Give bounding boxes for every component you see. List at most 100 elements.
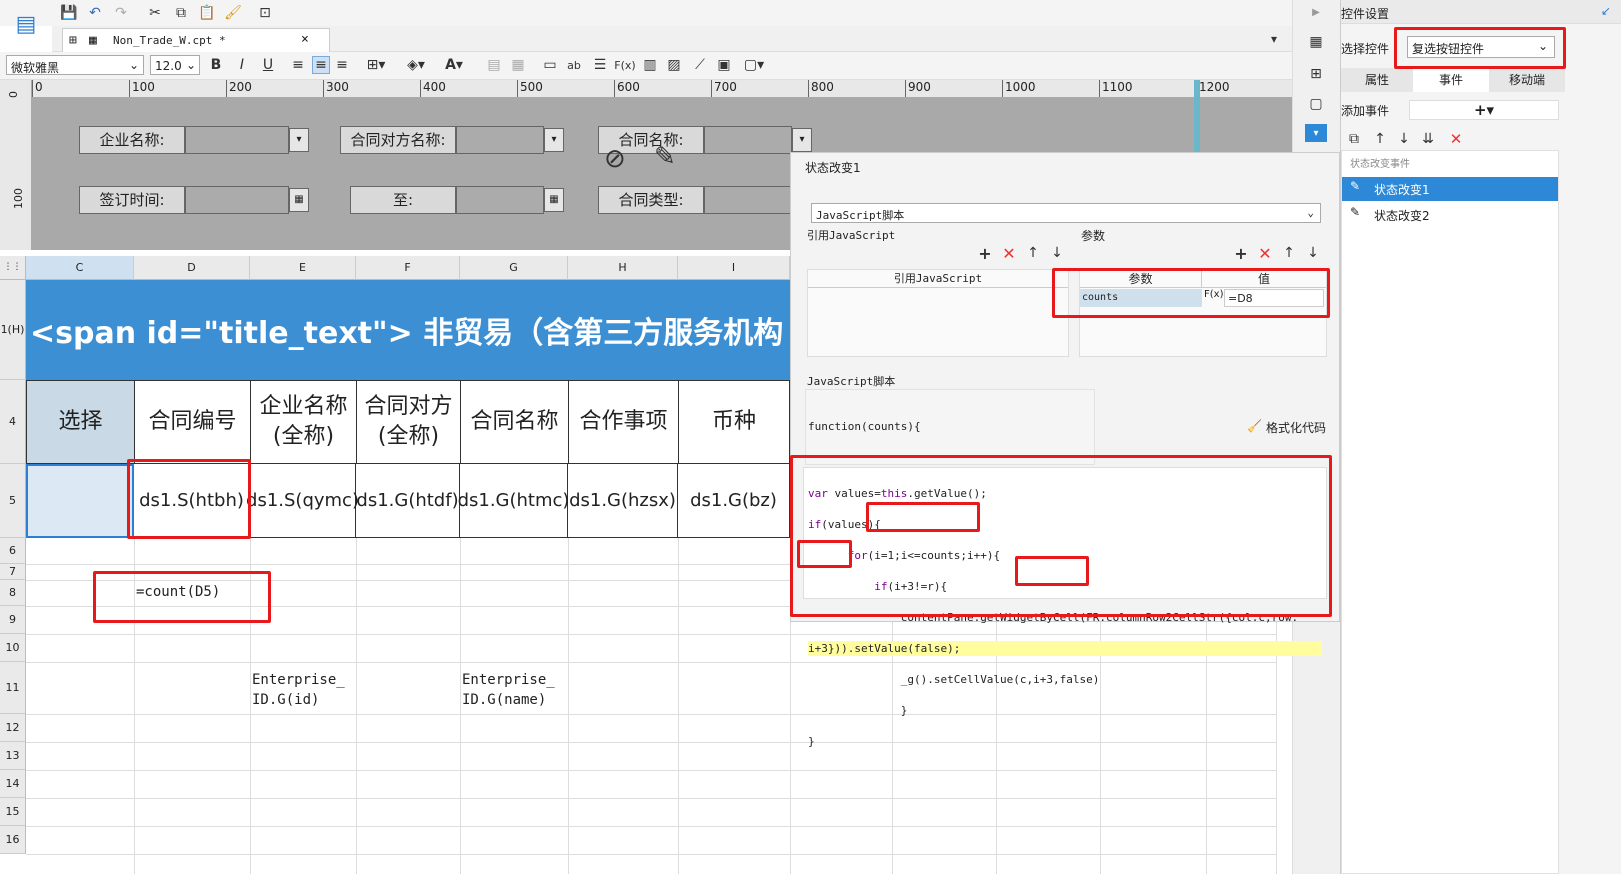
app-report-icon[interactable]: ▤ [12,4,40,44]
row-header[interactable]: 10 [0,634,26,662]
paste-icon[interactable]: 📋 [198,4,216,22]
corner-cell[interactable]: ⋮⋮ [0,256,26,280]
company-input[interactable] [185,126,289,154]
format-painter-icon[interactable]: 🖌 [224,4,242,22]
header-cell-contract-no[interactable]: 合同编号 [134,380,250,464]
copy-icon[interactable]: ⧉ [172,4,190,22]
event-type-select[interactable]: JavaScript脚本 ⌄ [811,203,1321,223]
delete-param-icon[interactable]: ✕ [1257,244,1273,263]
align-left-icon[interactable]: ≡ [290,57,306,73]
row-header[interactable]: 1(H) [0,280,26,380]
redo-icon[interactable]: ↷ [112,4,130,22]
widget-settings-icon[interactable]: ▾ [1305,124,1327,142]
italic-icon[interactable]: I [234,57,250,73]
bar-chart-icon[interactable]: ▥ [642,57,658,73]
row-header[interactable]: 13 [0,742,26,770]
cell-e5[interactable]: ds1.S(qymc) [246,464,359,538]
paragraph-icon[interactable]: ☰ [592,57,608,73]
tab-properties[interactable]: 属性 [1341,68,1413,92]
align-right-icon[interactable]: ≡ [334,57,350,73]
align-center-icon[interactable]: ≡ [312,56,330,74]
column-header[interactable]: I [678,256,790,280]
row-header[interactable]: 9 [0,606,26,634]
merge-cell-icon[interactable]: ▤ [486,57,502,73]
font-color-icon[interactable]: A▾ [440,57,468,73]
fill-color-icon[interactable]: ◈▾ [402,57,430,73]
file-tab[interactable]: ⊞ ▦ Non_Trade_W.cpt * × [62,28,330,52]
expand-arrow-icon[interactable]: ↙ [1601,4,1611,18]
tab-menu-icon[interactable]: ▾ [1264,30,1284,48]
column-header[interactable]: G [460,256,568,280]
dropdown-icon[interactable]: ▾ [792,128,812,152]
delete-event-icon[interactable]: ✕ [1447,130,1465,148]
add-param-icon[interactable]: + [1233,244,1249,263]
cell-h5[interactable]: ds1.G(hzsx) [568,464,678,538]
collapse-arrow-icon[interactable]: ▶ [1307,4,1325,20]
row-header[interactable]: 8 [0,580,26,606]
cut-icon[interactable]: ✂ [146,4,164,22]
header-cell-counterparty[interactable]: 合同对方 (全称) [356,380,460,464]
pencil-icon[interactable]: ✎ [654,142,676,172]
copy-event-icon[interactable]: ⧉ [1345,130,1363,148]
underline-icon[interactable]: U [260,57,276,73]
cell-i5[interactable]: ds1.G(bz) [678,464,790,538]
sign-time-input[interactable] [185,186,289,214]
contract-type-input[interactable] [704,186,792,214]
format-code-button[interactable]: 🧹 格式化代码 [1247,419,1326,436]
row-header[interactable]: 5 [0,464,26,538]
eye-hidden-icon[interactable]: ⊘ [604,144,626,174]
more-icon[interactable]: ▢▾ [742,57,766,73]
move-down-icon[interactable]: ↓ [1049,245,1065,261]
row-header[interactable]: 15 [0,798,26,826]
text-field-icon[interactable]: ▭ [542,57,558,73]
contract-name-input[interactable] [704,126,792,154]
param-down-icon[interactable]: ↓ [1305,245,1321,261]
border-icon[interactable]: ⊞▾ [364,57,388,73]
formula-icon[interactable]: F(x) [614,57,635,73]
event-up-icon[interactable]: ↑ [1371,130,1389,148]
checkbox-cell-c5[interactable] [26,464,134,538]
column-header[interactable]: D [134,256,250,280]
dropdown-icon[interactable]: ▾ [289,128,309,152]
font-size-select[interactable]: 12.0 ⌄ [150,55,200,75]
delete-icon[interactable]: ✕ [1001,244,1017,263]
param-up-icon[interactable]: ↑ [1281,245,1297,261]
tab-mobile[interactable]: 移动端 [1489,68,1565,92]
frame-icon[interactable]: ▢ [1305,94,1327,114]
preview-icon[interactable]: ⊡ [256,4,274,22]
save-icon[interactable]: 💾 [60,4,78,22]
end-time-input[interactable] [456,186,544,214]
event-item[interactable]: ✎ 状态改变2 [1342,203,1558,227]
column-header[interactable]: F [356,256,460,280]
row-header[interactable]: 12 [0,714,26,742]
event-bottom-icon[interactable]: ⇊ [1419,130,1437,148]
dropdown-icon[interactable]: ▾ [544,128,564,152]
bold-icon[interactable]: B [208,57,224,73]
text-icon[interactable]: ab [566,57,582,73]
header-cell-contract-name[interactable]: 合同名称 [460,380,568,464]
row-header[interactable]: 7 [0,564,26,580]
cell-attr-icon[interactable]: ▦ [1305,32,1327,52]
slash-icon[interactable]: ⟋ [692,57,708,73]
row-header[interactable]: 11 [0,662,26,714]
event-item-selected[interactable]: ✎ 状态改变1 [1342,177,1558,201]
header-cell-company[interactable]: 企业名称 (全称) [250,380,356,464]
cell-f5[interactable]: ds1.G(htdf) [356,464,460,538]
cell-e11[interactable]: Enterprise_ ID.G(id) [252,670,356,714]
title-band[interactable]: <span id="title_text"> 非贸易（含第三方服务机构 [26,280,796,380]
header-cell-select[interactable]: 选择 [26,380,134,464]
column-header[interactable]: H [568,256,678,280]
calendar-icon[interactable]: ▦ [544,188,564,212]
row-header[interactable]: 14 [0,770,26,798]
widget-attr-icon[interactable]: ⊞ [1305,64,1327,84]
calendar-icon[interactable]: ▦ [289,188,309,212]
row-header[interactable]: 6 [0,538,26,564]
add-event-button[interactable]: +▾ [1409,100,1559,120]
move-up-icon[interactable]: ↑ [1025,245,1041,261]
subreport-icon[interactable]: ▣ [716,57,732,73]
row-header[interactable]: 4 [0,380,26,464]
undo-icon[interactable]: ↶ [86,4,104,22]
split-cell-icon[interactable]: ▦ [510,57,526,73]
cell-g11[interactable]: Enterprise_ ID.G(name) [462,670,566,714]
event-down-icon[interactable]: ↓ [1395,130,1413,148]
